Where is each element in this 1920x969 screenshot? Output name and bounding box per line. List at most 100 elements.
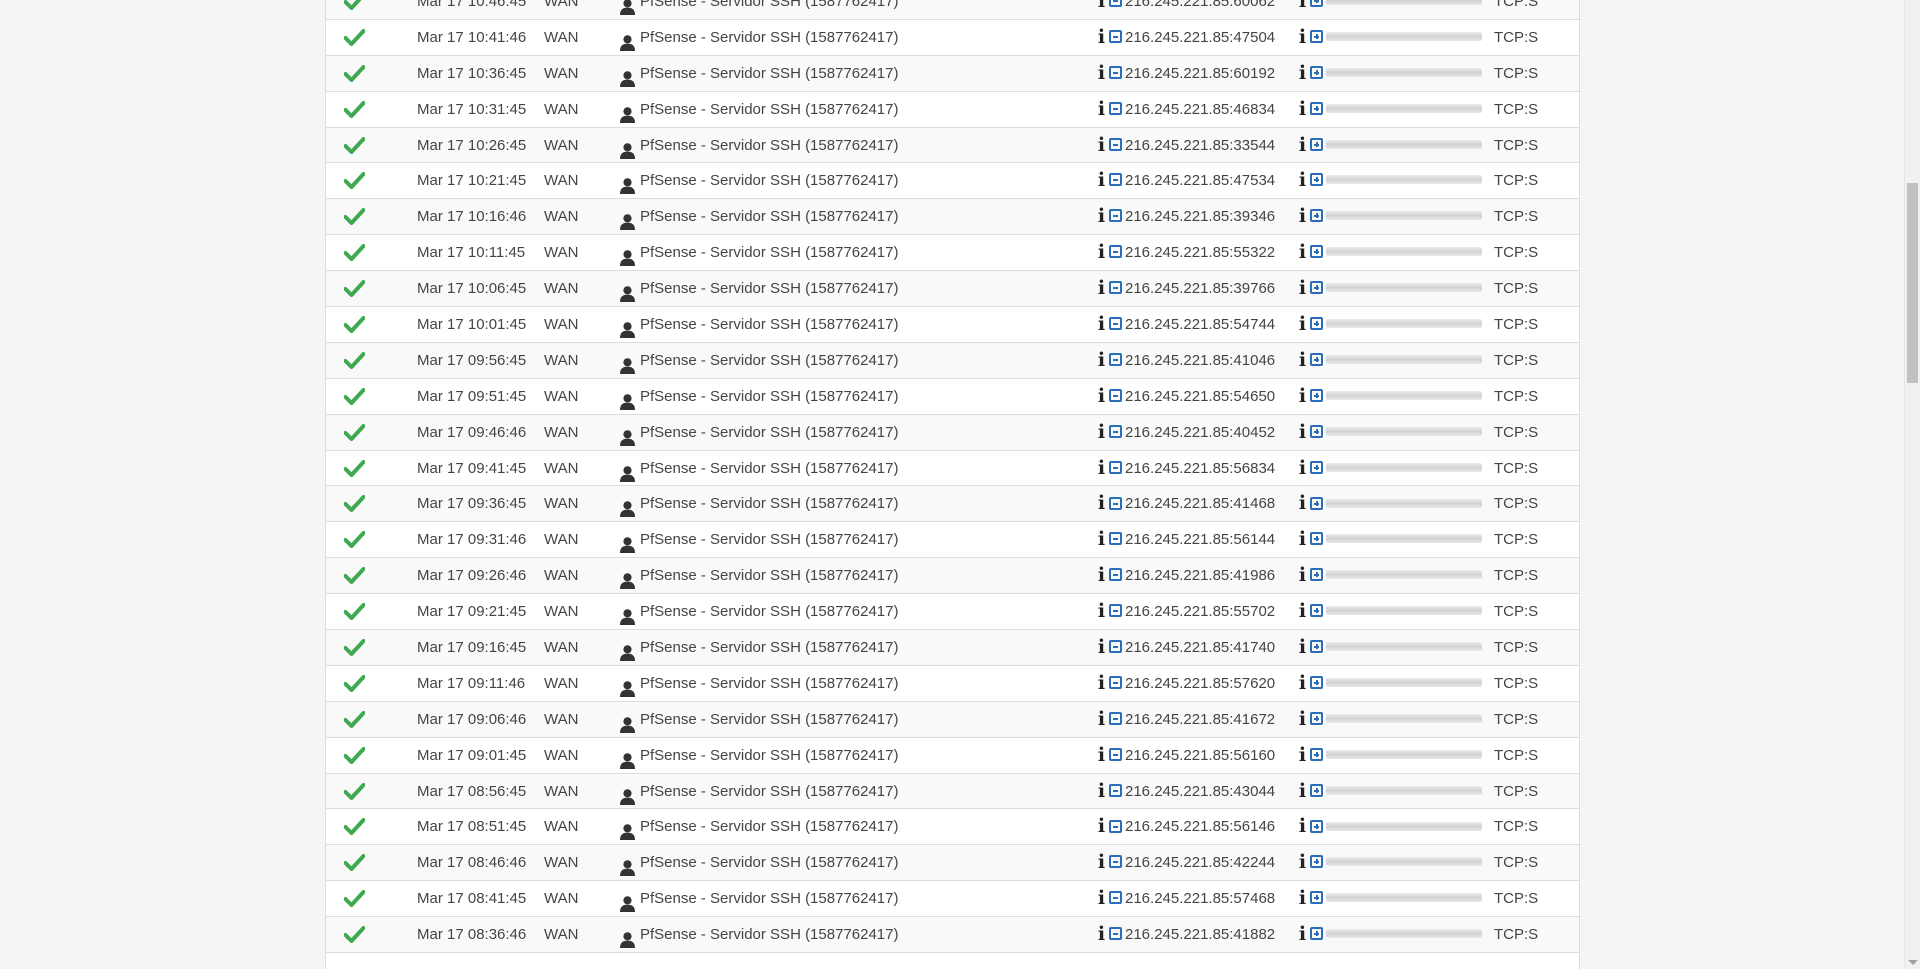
- log-rule[interactable]: PfSense - Servidor SSH (1587762417): [620, 128, 898, 163]
- info-icon[interactable]: i: [1097, 881, 1106, 916]
- info-icon[interactable]: i: [1097, 809, 1106, 844]
- block-source-icon[interactable]: [1109, 891, 1122, 905]
- log-rule[interactable]: PfSense - Servidor SSH (1587762417): [620, 630, 898, 665]
- info-icon[interactable]: i: [1298, 20, 1307, 55]
- pass-check-icon[interactable]: [343, 343, 374, 378]
- log-rule[interactable]: PfSense - Servidor SSH (1587762417): [620, 235, 898, 270]
- pass-destination-icon[interactable]: [1310, 604, 1323, 618]
- pass-destination-icon[interactable]: [1310, 173, 1323, 187]
- log-rule[interactable]: PfSense - Servidor SSH (1587762417): [620, 809, 898, 844]
- block-source-icon[interactable]: [1109, 604, 1122, 618]
- pass-check-icon[interactable]: [343, 199, 374, 234]
- pass-destination-icon[interactable]: [1310, 281, 1323, 295]
- pass-destination-icon[interactable]: [1310, 317, 1323, 331]
- info-icon[interactable]: i: [1097, 128, 1106, 163]
- pass-destination-icon[interactable]: [1310, 65, 1323, 79]
- log-rule[interactable]: PfSense - Servidor SSH (1587762417): [620, 486, 898, 521]
- info-icon[interactable]: i: [1298, 809, 1307, 844]
- log-rule[interactable]: PfSense - Servidor SSH (1587762417): [620, 738, 898, 773]
- pass-check-icon[interactable]: [343, 451, 374, 486]
- log-rule[interactable]: PfSense - Servidor SSH (1587762417): [620, 307, 898, 342]
- log-rule[interactable]: PfSense - Servidor SSH (1587762417): [620, 881, 898, 916]
- log-rule[interactable]: PfSense - Servidor SSH (1587762417): [620, 666, 898, 701]
- block-source-icon[interactable]: [1109, 209, 1122, 223]
- info-icon[interactable]: i: [1097, 199, 1106, 234]
- info-icon[interactable]: i: [1298, 56, 1307, 91]
- info-icon[interactable]: i: [1298, 92, 1307, 127]
- pass-check-icon[interactable]: [343, 235, 374, 270]
- log-rule[interactable]: PfSense - Servidor SSH (1587762417): [620, 845, 898, 880]
- block-source-icon[interactable]: [1109, 245, 1122, 259]
- info-icon[interactable]: i: [1298, 415, 1307, 450]
- block-source-icon[interactable]: [1109, 640, 1122, 654]
- block-source-icon[interactable]: [1109, 0, 1122, 8]
- pass-destination-icon[interactable]: [1310, 496, 1323, 510]
- pass-check-icon[interactable]: [343, 0, 374, 19]
- block-source-icon[interactable]: [1109, 424, 1122, 438]
- block-source-icon[interactable]: [1109, 29, 1122, 43]
- log-rule[interactable]: PfSense - Servidor SSH (1587762417): [620, 522, 898, 557]
- log-rule[interactable]: PfSense - Servidor SSH (1587762417): [620, 594, 898, 629]
- pass-check-icon[interactable]: [343, 20, 374, 55]
- info-icon[interactable]: i: [1298, 845, 1307, 880]
- log-rule[interactable]: PfSense - Servidor SSH (1587762417): [620, 92, 898, 127]
- log-rule[interactable]: PfSense - Servidor SSH (1587762417): [620, 343, 898, 378]
- block-source-icon[interactable]: [1109, 855, 1122, 869]
- pass-destination-icon[interactable]: [1310, 352, 1323, 366]
- info-icon[interactable]: i: [1298, 558, 1307, 593]
- pass-destination-icon[interactable]: [1310, 783, 1323, 797]
- info-icon[interactable]: i: [1298, 881, 1307, 916]
- info-icon[interactable]: i: [1097, 307, 1106, 342]
- info-icon[interactable]: i: [1097, 738, 1106, 773]
- info-icon[interactable]: i: [1097, 594, 1106, 629]
- log-rule[interactable]: PfSense - Servidor SSH (1587762417): [620, 199, 898, 234]
- scroll-down-arrow-icon[interactable]: [1908, 960, 1918, 965]
- pass-destination-icon[interactable]: [1310, 711, 1323, 725]
- info-icon[interactable]: i: [1298, 379, 1307, 414]
- pass-check-icon[interactable]: [343, 522, 374, 557]
- pass-destination-icon[interactable]: [1310, 568, 1323, 582]
- info-icon[interactable]: i: [1298, 486, 1307, 521]
- pass-check-icon[interactable]: [343, 881, 374, 916]
- info-icon[interactable]: i: [1097, 343, 1106, 378]
- log-rule[interactable]: PfSense - Servidor SSH (1587762417): [620, 774, 898, 809]
- log-rule[interactable]: PfSense - Servidor SSH (1587762417): [620, 56, 898, 91]
- info-icon[interactable]: i: [1298, 451, 1307, 486]
- info-icon[interactable]: i: [1298, 343, 1307, 378]
- block-source-icon[interactable]: [1109, 532, 1122, 546]
- block-source-icon[interactable]: [1109, 496, 1122, 510]
- pass-check-icon[interactable]: [343, 307, 374, 342]
- info-icon[interactable]: i: [1097, 415, 1106, 450]
- pass-destination-icon[interactable]: [1310, 460, 1323, 474]
- pass-check-icon[interactable]: [343, 415, 374, 450]
- pass-check-icon[interactable]: [343, 128, 374, 163]
- info-icon[interactable]: i: [1298, 128, 1307, 163]
- pass-check-icon[interactable]: [343, 774, 374, 809]
- pass-destination-icon[interactable]: [1310, 29, 1323, 43]
- info-icon[interactable]: i: [1298, 917, 1307, 952]
- info-icon[interactable]: i: [1298, 630, 1307, 665]
- log-rule[interactable]: PfSense - Servidor SSH (1587762417): [620, 271, 898, 306]
- pass-destination-icon[interactable]: [1310, 532, 1323, 546]
- block-source-icon[interactable]: [1109, 747, 1122, 761]
- pass-destination-icon[interactable]: [1310, 424, 1323, 438]
- pass-destination-icon[interactable]: [1310, 0, 1323, 8]
- log-rule[interactable]: PfSense - Servidor SSH (1587762417): [620, 451, 898, 486]
- info-icon[interactable]: i: [1097, 558, 1106, 593]
- info-icon[interactable]: i: [1097, 666, 1106, 701]
- info-icon[interactable]: i: [1097, 56, 1106, 91]
- log-rule[interactable]: PfSense - Servidor SSH (1587762417): [620, 163, 898, 198]
- pass-destination-icon[interactable]: [1310, 819, 1323, 833]
- pass-check-icon[interactable]: [343, 702, 374, 737]
- log-rule[interactable]: PfSense - Servidor SSH (1587762417): [620, 702, 898, 737]
- pass-destination-icon[interactable]: [1310, 891, 1323, 905]
- block-source-icon[interactable]: [1109, 711, 1122, 725]
- log-rule[interactable]: PfSense - Servidor SSH (1587762417): [620, 558, 898, 593]
- pass-check-icon[interactable]: [343, 558, 374, 593]
- block-source-icon[interactable]: [1109, 137, 1122, 151]
- pass-check-icon[interactable]: [343, 809, 374, 844]
- log-rule[interactable]: PfSense - Servidor SSH (1587762417): [620, 415, 898, 450]
- pass-check-icon[interactable]: [343, 594, 374, 629]
- pass-destination-icon[interactable]: [1310, 245, 1323, 259]
- info-icon[interactable]: i: [1097, 845, 1106, 880]
